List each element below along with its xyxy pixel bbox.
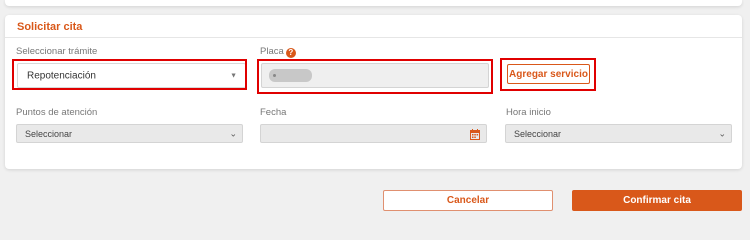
puntos-label: Puntos de atención bbox=[16, 107, 98, 118]
card-divider bbox=[5, 37, 742, 38]
highlight-tramite bbox=[12, 59, 247, 90]
previous-card bbox=[5, 0, 742, 6]
puntos-value: Seleccionar bbox=[25, 128, 73, 139]
question-circle-icon[interactable]: ? bbox=[285, 48, 296, 58]
appointment-card: Solicitar cita Seleccionar trámite Repot… bbox=[5, 15, 742, 169]
chevron-down-icon: ⌄ bbox=[229, 128, 237, 138]
tramite-label: Seleccionar trámite bbox=[16, 46, 98, 57]
card-title: Solicitar cita bbox=[17, 21, 83, 33]
chevron-down-icon: ⌄ bbox=[718, 128, 726, 138]
calendar-icon[interactable] bbox=[470, 129, 480, 140]
confirm-appointment-button[interactable]: Confirmar cita bbox=[572, 190, 742, 211]
fecha-input[interactable] bbox=[260, 124, 487, 143]
puntos-select[interactable]: Seleccionar ⌄ bbox=[16, 124, 243, 143]
placa-label: Placa bbox=[260, 46, 284, 57]
hora-select[interactable]: Seleccionar ⌄ bbox=[505, 124, 732, 143]
hora-value: Seleccionar bbox=[514, 128, 562, 139]
hora-label: Hora inicio bbox=[506, 107, 551, 118]
fecha-label: Fecha bbox=[260, 107, 287, 118]
placa-label-wrap: Placa? bbox=[260, 46, 296, 58]
highlight-placa bbox=[257, 59, 493, 94]
highlight-add-service bbox=[500, 58, 596, 91]
cancel-button[interactable]: Cancelar bbox=[383, 190, 553, 211]
